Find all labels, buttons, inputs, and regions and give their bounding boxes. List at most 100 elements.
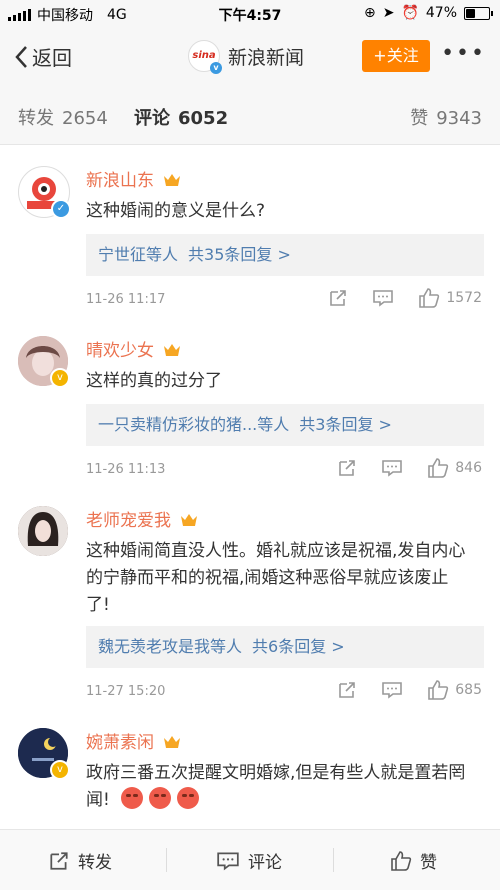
divider: [333, 848, 334, 872]
sina-logo-text: sina: [192, 50, 216, 61]
like-button[interactable]: 1572: [418, 288, 482, 308]
rotation-lock-icon: ⊕: [363, 5, 376, 21]
avatar[interactable]: v: [18, 728, 70, 780]
avatar[interactable]: [18, 506, 68, 556]
comment-text: 这样的真的过分了: [86, 371, 222, 391]
comment-actions: 846: [337, 458, 482, 478]
author-name: 新浪山东: [86, 171, 154, 191]
tab-like-count: 9343: [436, 108, 482, 129]
comment-text: 这种婚闹简直没人性。婚礼就应该是祝福,发自内心的宁静而平和的祝福,闹婚这种恶俗早…: [86, 541, 466, 615]
author-name: 婉萧素闲: [86, 733, 154, 753]
verified-badge-icon: ✓: [51, 199, 71, 219]
comment-author[interactable]: 新浪山东: [86, 166, 181, 191]
comment-actions: 685: [337, 680, 482, 700]
alarm-icon: ⏰: [401, 5, 419, 21]
divider: [166, 848, 167, 872]
angry-emoji-icon: [177, 787, 200, 809]
comment-icon[interactable]: [372, 289, 394, 307]
thumbs-up-icon: [419, 288, 440, 308]
status-right: ⊕ ➤ ⏰ 47%: [363, 5, 493, 21]
account-header[interactable]: sina v 新浪新闻: [188, 40, 305, 74]
replies-preview[interactable]: 宁世征等人 共35条回复 >: [86, 234, 484, 276]
tab-bar: 转发 2654 评论 6052 赞 9343: [0, 84, 500, 145]
repost-label: 转发: [78, 853, 112, 873]
repost-button[interactable]: 转发: [48, 848, 112, 873]
back-label: 返回: [32, 46, 72, 70]
crown-icon: [181, 514, 198, 526]
bottom-action-bar: 转发 评论 赞: [0, 829, 500, 890]
comment-icon[interactable]: [381, 459, 403, 477]
location-icon: ➤: [382, 5, 395, 21]
thumbs-up-icon: [391, 850, 412, 871]
account-name: 新浪新闻: [228, 46, 305, 69]
back-button[interactable]: 返回: [14, 42, 72, 71]
avatar[interactable]: ✓: [18, 166, 71, 219]
comment-icon: [217, 851, 239, 870]
comment-author[interactable]: 老师宠爱我: [86, 506, 198, 531]
thumbs-up-icon: [428, 458, 449, 478]
share-icon[interactable]: [337, 459, 357, 477]
comment-author[interactable]: 婉萧素闲: [86, 728, 181, 753]
comment-button[interactable]: 评论: [216, 848, 282, 873]
sina-logo: sina v: [188, 40, 222, 74]
comment-item: ✓ 新浪山东 这种婚闹的意义是什么? 宁世征等人 共35条回复 > 11-26 1…: [0, 146, 500, 325]
replies-count: 共6条回复 >: [252, 637, 345, 656]
crown-icon: [164, 344, 181, 356]
battery-percent: 47%: [425, 5, 457, 21]
comment-author[interactable]: 晴欢少女: [86, 336, 181, 361]
vip-badge-icon: v: [50, 368, 70, 388]
tab-like[interactable]: 赞 9343: [410, 104, 482, 130]
tab-comment-label: 评论: [134, 108, 170, 129]
comment-actions: 1572: [328, 288, 482, 308]
battery-icon: [464, 6, 493, 20]
crown-icon: [164, 174, 181, 186]
like-label: 赞: [420, 853, 437, 873]
avatar-photo: [18, 506, 68, 556]
follow-button[interactable]: +关注: [362, 40, 430, 72]
comment-time: 11-26 11:13: [86, 462, 166, 477]
replies-preview[interactable]: 一只卖精仿彩妆的猪...等人 共3条回复 >: [86, 404, 484, 446]
replies-who: 宁世征等人: [98, 245, 179, 264]
author-name: 晴欢少女: [86, 341, 154, 361]
comment-label: 评论: [248, 853, 282, 873]
like-count: 846: [455, 460, 482, 476]
comment-time: 11-26 11:17: [86, 292, 166, 307]
more-button[interactable]: •••: [441, 40, 486, 68]
replies-preview[interactable]: 魏无羡老攻是我等人 共6条回复 >: [86, 626, 484, 668]
avatar[interactable]: v: [18, 336, 70, 388]
like-button[interactable]: 685: [427, 680, 482, 700]
share-icon[interactable]: [337, 681, 357, 699]
like-count: 1572: [446, 290, 482, 306]
verified-badge-icon: v: [210, 62, 222, 74]
replies-count: 共35条回复 >: [188, 245, 291, 264]
chevron-left-icon: [15, 45, 27, 68]
vip-badge-icon: v: [50, 760, 70, 780]
replies-count: 共3条回复 >: [299, 415, 392, 434]
comment-text-body: 政府三番五次提醒文明婚嫁,但是有些人就是置若罔闻!: [86, 763, 466, 810]
tab-repost-count: 2654: [62, 108, 108, 129]
nav-bar: 返回 sina v 新浪新闻 +关注 •••: [0, 28, 500, 84]
share-icon[interactable]: [328, 289, 348, 307]
comment-item: v 晴欢少女 这样的真的过分了 一只卖精仿彩妆的猪...等人 共3条回复 > 11…: [0, 324, 500, 495]
like-bottom-button[interactable]: 赞: [390, 848, 437, 873]
comment-time: 11-27 15:20: [86, 684, 166, 699]
comment-text: 这种婚闹的意义是什么?: [86, 201, 266, 221]
share-icon: [50, 851, 68, 870]
like-button[interactable]: 846: [427, 458, 482, 478]
like-count: 685: [455, 682, 482, 698]
angry-emoji-icon: [149, 787, 172, 809]
comment-item: 老师宠爱我 这种婚闹简直没人性。婚礼就应该是祝福,发自内心的宁静而平和的祝福,闹…: [0, 494, 500, 715]
tab-comment[interactable]: 评论 6052: [134, 104, 228, 130]
replies-who: 魏无羡老攻是我等人: [98, 637, 243, 656]
thumbs-up-icon: [428, 680, 449, 700]
replies-who: 一只卖精仿彩妆的猪...等人: [98, 415, 290, 434]
comment-item: v 婉萧素闲 政府三番五次提醒文明婚嫁,但是有些人就是置若罔闻!: [0, 714, 500, 834]
author-name: 老师宠爱我: [86, 511, 171, 531]
comment-icon[interactable]: [381, 681, 403, 699]
tab-repost[interactable]: 转发 2654: [18, 104, 108, 130]
crown-icon: [164, 736, 181, 748]
comment-text: 政府三番五次提醒文明婚嫁,但是有些人就是置若罔闻!: [86, 760, 472, 814]
tab-like-label: 赞: [410, 108, 429, 129]
angry-emoji-icon: [121, 787, 144, 809]
tab-comment-count: 6052: [178, 108, 229, 129]
